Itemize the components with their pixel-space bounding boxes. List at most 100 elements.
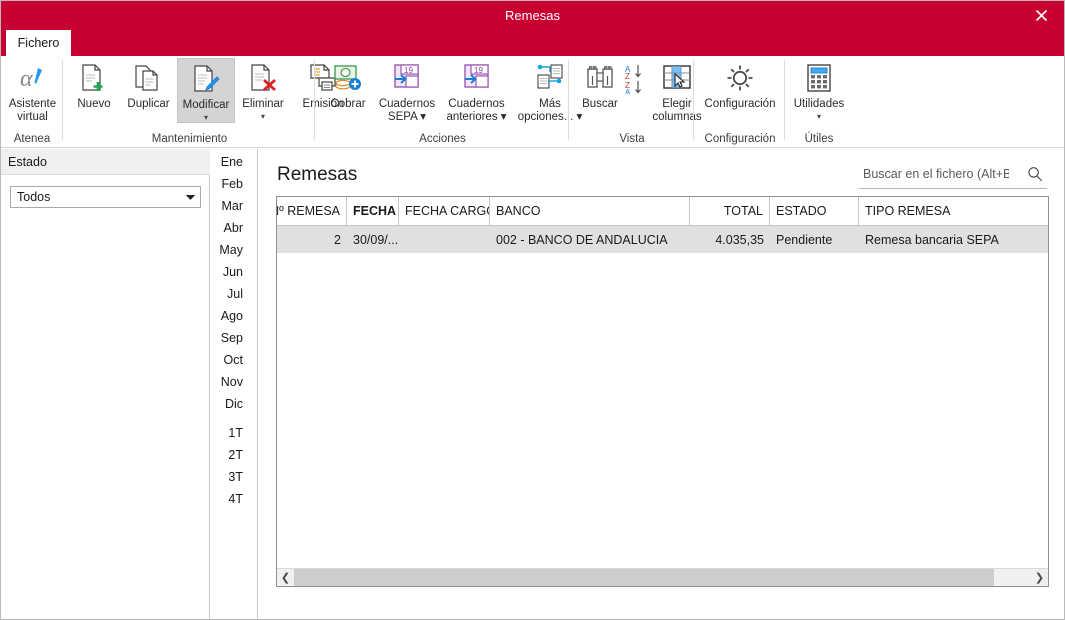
ribbon-button-configuracion[interactable]: Configuración (697, 58, 783, 111)
ribbon-button-label: Buscar (582, 98, 618, 110)
ribbon-group-separator (693, 60, 694, 140)
rail-item-jun[interactable]: Jun (223, 265, 243, 279)
ribbon-button-duplicar[interactable]: Duplicar (120, 58, 177, 111)
cell-fecha_cargo (399, 226, 490, 253)
ribbon-button-label-line2: ▾ (260, 112, 265, 121)
ribbon-button-label-line2: virtual (17, 111, 48, 123)
estado-filter-select[interactable]: Todos (10, 186, 201, 208)
cell-total: 4.035,35 (715, 232, 764, 247)
column-header-estado[interactable]: ESTADO (770, 197, 859, 225)
ribbon-button-nuevo[interactable]: Nuevo (68, 58, 120, 111)
ribbon-button-label-line2: ▾ (203, 113, 208, 122)
cell-tipo_remesa: Remesa bancaria SEPA (865, 232, 999, 247)
tab-strip: Fichero (1, 30, 1064, 56)
ribbon-button-modificar[interactable]: Modificar ▾ (177, 58, 235, 123)
ribbon-group-utiles: Utilidades ▾ Útiles (786, 56, 852, 148)
ribbon-group-mantenimiento: Nuevo Duplicar Modificar ▾ Eliminar ▾ Emis… (64, 56, 343, 148)
ribbon-button-asistente-virtual[interactable]: α Asistente virtual (5, 58, 60, 124)
ribbon-button-cuadernos-sepa[interactable]: 19 Cuadernos SEPA ▾ (374, 58, 440, 124)
rail-item-may[interactable]: May (219, 243, 243, 257)
horizontal-scrollbar[interactable]: ❮ ❯ (277, 568, 1048, 586)
rail-item-4t[interactable]: 4T (228, 492, 243, 506)
column-header-tipo_remesa[interactable]: TIPO REMESA (859, 197, 1048, 225)
rail-item-1t[interactable]: 1T (228, 426, 243, 440)
ribbon-button-label: Duplicar (127, 98, 170, 110)
ribbon-group-separator (314, 60, 315, 140)
ribbon-toolbar: α Asistente virtual Atenea Nuevo Duplicar … (1, 56, 1064, 148)
cell-fecha: 30/09/... (353, 232, 399, 247)
calculator-icon (802, 61, 836, 95)
estado-filter-value: Todos (17, 190, 51, 204)
notebook-19-icon: 19 (460, 61, 494, 95)
alpha-icon: α (16, 61, 50, 95)
grid-body: 2 30/09/... 002 - BANCO DE ANDALUCIA 4.035,… (277, 226, 1048, 253)
scroll-right-icon[interactable]: ❯ (1031, 569, 1048, 586)
column-header-fecha_cargo[interactable]: FECHA CARGO (399, 197, 490, 225)
ribbon-button-label: Asistente (8, 98, 57, 110)
ribbon-group-vista: Buscar A Z Z A Elegir columnas Vista (570, 56, 702, 148)
ribbon-button-label-line2: ▾ (816, 112, 821, 121)
column-header-banco[interactable]: BANCO (490, 197, 690, 225)
svg-text:A: A (625, 88, 631, 94)
ribbon-group-label: Mantenimiento (151, 133, 228, 145)
table-row[interactable]: 2 30/09/... 002 - BANCO DE ANDALUCIA 4.035,… (277, 226, 1048, 253)
ribbon-button-eliminar[interactable]: Eliminar ▾ (236, 58, 290, 121)
rail-item-abr[interactable]: Abr (224, 221, 243, 235)
ribbon-group-label: Configuración (704, 133, 776, 145)
column-header-total[interactable]: TOTAL (690, 197, 770, 225)
ribbon-button-label: Nuevo (77, 98, 111, 110)
ribbon-button-label: Modificar (182, 99, 230, 111)
search-input[interactable] (861, 164, 1011, 184)
money-add-icon (331, 61, 365, 95)
filter-panel-header: Estado (1, 149, 210, 175)
binoculars-icon (583, 61, 617, 95)
search-icon[interactable] (1025, 164, 1045, 184)
page-title: Remesas (277, 164, 358, 185)
scroll-left-icon[interactable]: ❮ (277, 569, 294, 586)
notebook-19-icon: 19 (390, 61, 424, 95)
rail-item-sep[interactable]: Sep (221, 331, 243, 345)
new-document-icon (77, 61, 111, 95)
close-icon[interactable] (1018, 1, 1064, 30)
scrollbar-thumb[interactable] (294, 569, 994, 586)
ribbon-button-label: Eliminar (242, 98, 284, 110)
window-title: Remesas (505, 8, 560, 23)
rail-item-3t[interactable]: 3T (228, 470, 243, 484)
chevron-down-icon (180, 187, 200, 207)
ribbon-group-separator (784, 60, 785, 140)
ribbon-button-label: Configuración (704, 98, 776, 110)
title-bar: Remesas (1, 1, 1064, 30)
search-box (859, 161, 1047, 189)
rail-item-jul[interactable]: Jul (227, 287, 243, 301)
remesas-grid: Nº REMESA FECHA FECHA CARGO BANCO TOTAL ESTAD… (276, 196, 1049, 587)
rail-item-oct[interactable]: Oct (224, 353, 243, 367)
column-header-fecha[interactable]: FECHA (347, 197, 399, 225)
rail-item-dic[interactable]: Dic (225, 397, 243, 411)
column-header-num_remesa[interactable]: Nº REMESA (277, 197, 347, 225)
month-quarter-rail: Ene Feb Mar Abr May Jun Jul Ago Sep Oct Nov Dic 1T 2T… (211, 149, 258, 619)
rail-item-ene[interactable]: Ene (221, 155, 243, 169)
tab-fichero[interactable]: Fichero (6, 30, 71, 56)
ribbon-group-label: Atenea (13, 133, 51, 145)
rail-item-nov[interactable]: Nov (221, 375, 243, 389)
ribbon-button-label: Elegir (662, 98, 692, 110)
application-window: Remesas Fichero α Asistente virtual Atenea… (0, 0, 1065, 620)
ribbon-button-label: Cuadernos (378, 98, 436, 110)
ribbon-group-configuracion: Configuración Configuración (695, 56, 785, 148)
ribbon-button-label-line2: anteriores ▾ (446, 111, 507, 123)
ribbon-button-label: Cobrar (330, 98, 366, 110)
cell-estado: Pendiente (776, 232, 833, 247)
svg-text:α: α (20, 66, 33, 92)
ribbon-button-cuadernos-anteriores[interactable]: 19 Cuadernos anteriores ▾ (440, 58, 513, 124)
ribbon-button-utilidades[interactable]: Utilidades ▾ (788, 58, 850, 121)
rail-item-mar[interactable]: Mar (221, 199, 243, 213)
cell-num_remesa: 2 (334, 232, 341, 247)
ribbon-group-label: Acciones (419, 133, 466, 145)
gear-icon (723, 61, 757, 95)
rail-item-2t[interactable]: 2T (228, 448, 243, 462)
ribbon-group-label: Útiles (804, 133, 834, 145)
rail-item-ago[interactable]: Ago (221, 309, 243, 323)
svg-text:Z: Z (625, 72, 630, 81)
rail-item-feb[interactable]: Feb (221, 177, 243, 191)
ribbon-button-cobrar[interactable]: Cobrar (322, 58, 374, 111)
